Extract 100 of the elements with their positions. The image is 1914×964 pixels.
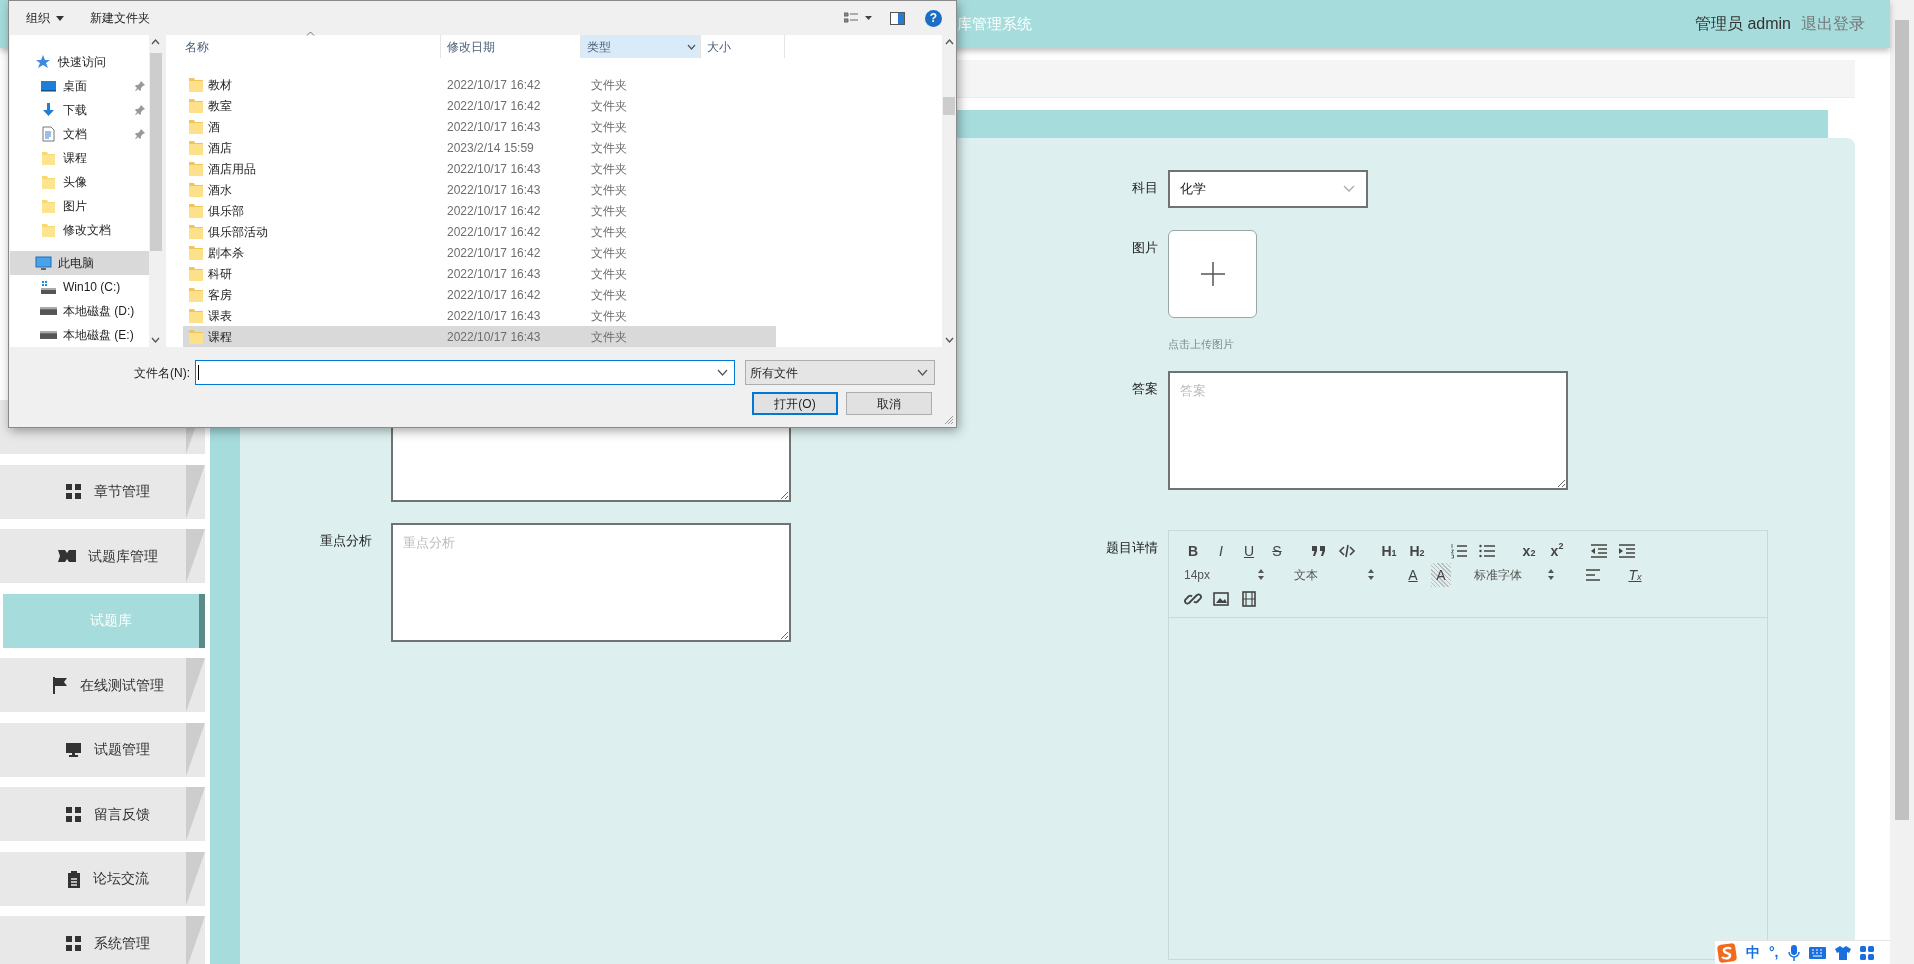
folder-icon bbox=[189, 98, 203, 113]
scroll-down-icon[interactable] bbox=[151, 337, 161, 343]
background-button[interactable]: A bbox=[1431, 562, 1451, 587]
file-date: 2022/10/17 16:42 bbox=[447, 223, 541, 241]
file-date: 2023/2/14 15:59 bbox=[447, 139, 534, 157]
file-row[interactable]: 客房 2022/10/17 16:42 文件夹 bbox=[183, 284, 776, 305]
user-label: 管理员 admin bbox=[1694, 14, 1791, 34]
file-row[interactable]: 课程 2022/10/17 16:43 文件夹 bbox=[183, 326, 776, 347]
scrollbar-thumb[interactable] bbox=[150, 53, 162, 251]
input-mode[interactable]: 中 bbox=[1746, 942, 1760, 963]
image-upload[interactable] bbox=[1168, 230, 1257, 318]
file-date: 2022/10/17 16:42 bbox=[447, 97, 541, 115]
file-date: 2022/10/17 16:43 bbox=[447, 328, 541, 346]
folder-icon bbox=[189, 77, 203, 92]
file-row[interactable]: 酒店 2023/2/14 15:59 文件夹 bbox=[183, 137, 776, 158]
file-row[interactable]: 酒水 2022/10/17 16:43 文件夹 bbox=[183, 179, 776, 200]
text-area[interactable]: 重点分析 bbox=[391, 523, 791, 642]
file-name: 剧本杀 bbox=[208, 244, 244, 262]
column-header[interactable]: 类型 bbox=[581, 35, 701, 58]
toolbar-select[interactable]: 标准字体 bbox=[1469, 562, 1561, 587]
file-row[interactable]: 教室 2022/10/17 16:42 文件夹 bbox=[183, 95, 776, 116]
sidebar-item[interactable]: 留言反馈 bbox=[0, 787, 205, 841]
nav-item[interactable]: 此电脑 bbox=[10, 251, 149, 275]
file-type: 文件夹 bbox=[591, 181, 627, 199]
logo-icon[interactable] bbox=[1717, 942, 1737, 963]
file-date: 2022/10/17 16:43 bbox=[447, 307, 541, 325]
script-button[interactable]: x$^{2}$ bbox=[1543, 538, 1571, 563]
underline-button[interactable]: U bbox=[1235, 538, 1263, 563]
sidebar-item[interactable]: 在线测试管理 bbox=[0, 658, 205, 712]
file-row[interactable]: 科研 2022/10/17 16:43 文件夹 bbox=[183, 263, 776, 284]
file-row[interactable]: 教材 2022/10/17 16:42 文件夹 bbox=[183, 74, 776, 95]
file-type-select[interactable]: 所有文件 bbox=[745, 360, 935, 385]
grid-icon[interactable] bbox=[1859, 945, 1874, 960]
field-label: 重点分析 bbox=[320, 532, 372, 550]
nav-item[interactable]: 头像 bbox=[10, 170, 149, 194]
drive-icon bbox=[40, 331, 57, 339]
punctuation-mode[interactable]: °, bbox=[1769, 942, 1779, 963]
subject-select[interactable]: 化学 bbox=[1168, 170, 1368, 208]
filename-field[interactable] bbox=[195, 360, 735, 385]
microphone-icon[interactable] bbox=[1787, 944, 1800, 961]
shirt-icon[interactable] bbox=[1834, 945, 1851, 960]
cancel-button[interactable]: 取消 bbox=[846, 392, 932, 415]
keyboard-icon[interactable] bbox=[1808, 946, 1826, 959]
color-button[interactable]: A bbox=[1399, 562, 1427, 587]
nav-item[interactable]: 课程 bbox=[10, 146, 149, 170]
chevron-down-icon bbox=[717, 369, 728, 376]
column-header[interactable]: 修改日期 bbox=[441, 35, 581, 58]
nav-item[interactable]: 文档 bbox=[10, 122, 149, 146]
file-date: 2022/10/17 16:42 bbox=[447, 286, 541, 304]
file-row[interactable]: 俱乐部活动 2022/10/17 16:42 文件夹 bbox=[183, 221, 776, 242]
scrollbar-thumb[interactable] bbox=[943, 97, 955, 115]
file-row[interactable]: 课表 2022/10/17 16:43 文件夹 bbox=[183, 305, 776, 326]
new-folder-button[interactable]: 新建文件夹 bbox=[90, 9, 150, 27]
file-row[interactable]: 酒 2022/10/17 16:43 文件夹 bbox=[183, 116, 776, 137]
text-area[interactable]: 答案 bbox=[1168, 370, 1568, 490]
file-date: 2022/10/17 16:42 bbox=[447, 244, 541, 262]
strike-button[interactable]: S bbox=[1263, 538, 1291, 563]
file-type: 文件夹 bbox=[591, 223, 627, 241]
ticket-icon bbox=[57, 549, 76, 563]
nav-item[interactable]: 快速访问 bbox=[10, 50, 149, 74]
nav-item[interactable]: 本地磁盘 (D:) bbox=[10, 299, 149, 323]
preview-pane-icon[interactable] bbox=[890, 11, 905, 25]
sidebar-item[interactable]: 试题库管理 bbox=[0, 529, 205, 583]
nav-item[interactable]: 下载 bbox=[10, 98, 149, 122]
organize-button[interactable]: 组织 bbox=[26, 9, 64, 27]
nav-item[interactable]: Win10 (C:) bbox=[10, 275, 149, 299]
sidebar-item[interactable]: 章节管理 bbox=[0, 464, 205, 519]
help-button[interactable]: ? bbox=[925, 9, 942, 27]
nav-item[interactable]: 修改文档 bbox=[10, 218, 149, 242]
toolbar-select[interactable]: 文本 bbox=[1289, 562, 1381, 587]
monitor-icon bbox=[65, 741, 82, 758]
file-type: 文件夹 bbox=[591, 265, 627, 283]
file-type: 文件夹 bbox=[591, 76, 627, 94]
scroll-up-icon[interactable] bbox=[944, 39, 954, 45]
nav-item[interactable]: 桌面 bbox=[10, 74, 149, 98]
nav-item[interactable]: 图片 bbox=[10, 194, 149, 218]
scroll-up-icon[interactable] bbox=[151, 39, 161, 45]
file-row[interactable]: 剧本杀 2022/10/17 16:42 文件夹 bbox=[183, 242, 776, 263]
file-date: 2022/10/17 16:43 bbox=[447, 160, 541, 178]
scroll-down-icon[interactable] bbox=[944, 337, 954, 343]
open-button[interactable]: 打开(O) bbox=[752, 392, 838, 415]
sidebar-item[interactable]: 试题管理 bbox=[0, 722, 205, 777]
column-header[interactable]: 名称 bbox=[166, 35, 441, 58]
scrollbar-thumb[interactable] bbox=[1895, 20, 1909, 820]
sidebar-item[interactable]: 论坛交流 bbox=[0, 851, 205, 906]
nav-item[interactable]: 本地磁盘 (E:) bbox=[10, 323, 149, 347]
outdent-icon bbox=[1590, 541, 1608, 560]
view-options-icon[interactable] bbox=[844, 12, 872, 24]
toolbar-select[interactable]: 14px bbox=[1179, 562, 1271, 587]
file-row[interactable]: 酒店用品 2022/10/17 16:43 文件夹 bbox=[183, 158, 776, 179]
folder-icon bbox=[189, 161, 203, 176]
file-type: 文件夹 bbox=[591, 328, 627, 346]
column-header[interactable]: 大小 bbox=[701, 35, 785, 58]
bold-button[interactable]: B bbox=[1179, 538, 1207, 563]
computer-icon bbox=[35, 255, 52, 271]
image-icon bbox=[1212, 589, 1230, 608]
scrollbar[interactable] bbox=[1890, 0, 1914, 964]
italic-button[interactable]: I bbox=[1207, 538, 1235, 563]
resize-grip-icon[interactable] bbox=[944, 415, 954, 425]
file-row[interactable]: 俱乐部 2022/10/17 16:42 文件夹 bbox=[183, 200, 776, 221]
